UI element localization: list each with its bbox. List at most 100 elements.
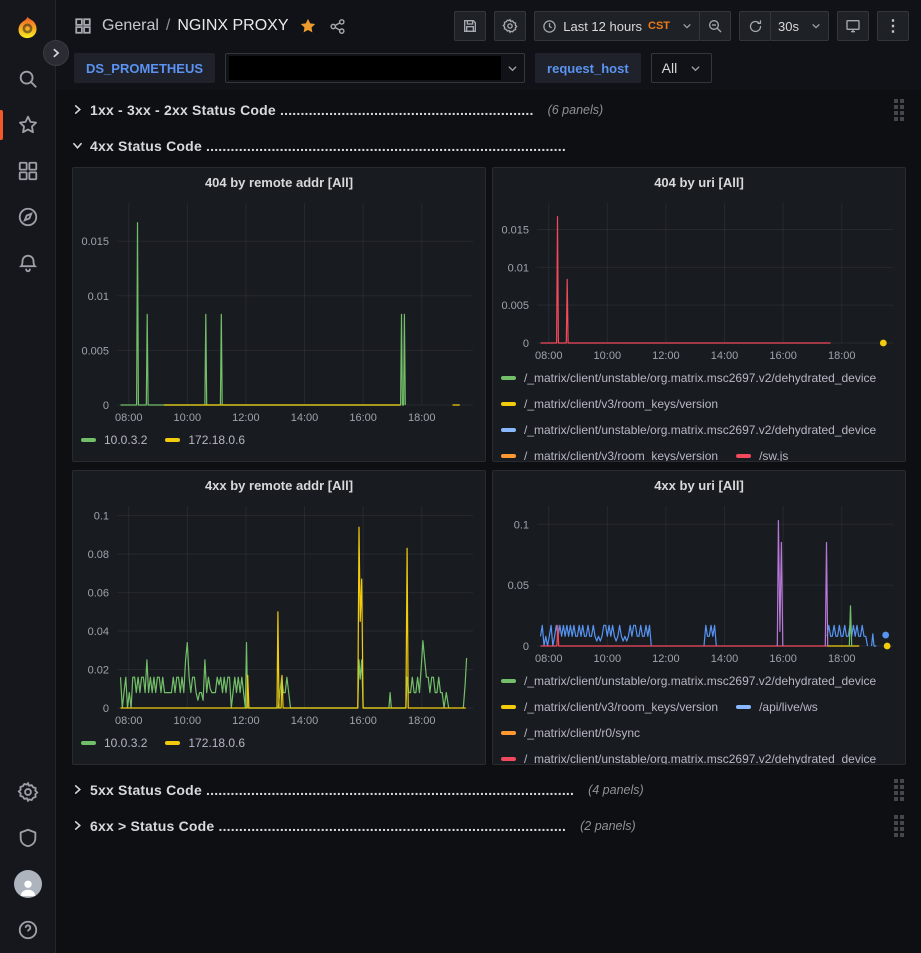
sidebar-item-starred[interactable] xyxy=(0,102,56,148)
svg-text:16:00: 16:00 xyxy=(349,412,377,424)
chevron-right-icon xyxy=(72,104,83,115)
datasource-select[interactable] xyxy=(225,53,525,83)
timeseries-chart[interactable]: 00.0050.010.01508:0010:0012:0014:0016:00… xyxy=(493,191,903,365)
refresh-button[interactable] xyxy=(739,11,771,41)
legend-label: 10.0.3.2 xyxy=(104,736,147,750)
save-icon xyxy=(462,18,478,34)
legend-item[interactable]: /sw.js xyxy=(736,449,788,461)
save-dashboard-button[interactable] xyxy=(454,11,486,41)
legend-item[interactable]: /_matrix/client/unstable/org.matrix.msc2… xyxy=(501,371,876,385)
svg-text:0.015: 0.015 xyxy=(81,236,109,248)
panel: 4xx by uri [All]00.050.108:0010:0012:001… xyxy=(492,470,906,765)
timeseries-chart[interactable]: 00.050.108:0010:0012:0014:0016:0018:00 xyxy=(493,494,903,668)
sidebar-item-user-profile[interactable] xyxy=(0,861,56,907)
legend-item[interactable]: /_matrix/client/unstable/org.matrix.msc2… xyxy=(501,752,876,764)
timeseries-chart[interactable]: 00.020.040.060.080.108:0010:0012:0014:00… xyxy=(73,494,483,730)
search-icon xyxy=(17,68,39,90)
sidebar xyxy=(0,0,56,953)
panel-legend: 10.0.3.2 172.18.0.6 xyxy=(73,730,485,764)
svg-text:12:00: 12:00 xyxy=(232,715,260,727)
row-panel-count: (6 panels) xyxy=(548,103,604,117)
breadcrumb-section[interactable]: General xyxy=(102,17,159,35)
time-range-label: Last 12 hours xyxy=(563,19,642,34)
legend-item[interactable]: 172.18.0.6 xyxy=(165,736,245,750)
legend-label: /_matrix/client/r0/sync xyxy=(524,726,640,740)
legend-item[interactable]: 10.0.3.2 xyxy=(81,433,147,447)
request-host-select[interactable]: All xyxy=(651,53,713,83)
sidebar-item-alerting[interactable] xyxy=(0,240,56,286)
svg-text:18:00: 18:00 xyxy=(828,350,856,362)
panel-legend: 10.0.3.2 172.18.0.6 xyxy=(73,427,485,461)
legend-swatch xyxy=(501,402,516,406)
row-drag-handle[interactable] xyxy=(894,99,904,121)
dashboards-icon xyxy=(17,160,39,182)
favorite-star-icon[interactable] xyxy=(299,17,317,35)
svg-text:08:00: 08:00 xyxy=(115,412,143,424)
legend-swatch xyxy=(501,428,516,432)
svg-text:10:00: 10:00 xyxy=(174,715,202,727)
share-icon[interactable] xyxy=(329,18,346,35)
svg-text:0.05: 0.05 xyxy=(508,580,529,592)
panel-legend: /_matrix/client/unstable/org.matrix.msc2… xyxy=(493,365,905,461)
sidebar-item-explore[interactable] xyxy=(0,194,56,240)
breadcrumb-dashboard-title[interactable]: NGINX PROXY xyxy=(177,17,288,35)
svg-text:0.06: 0.06 xyxy=(88,588,109,600)
svg-text:10:00: 10:00 xyxy=(174,412,202,424)
row-header-1xx-3xx-2xx[interactable]: 1xx - 3xx - 2xx Status Code ............… xyxy=(72,95,906,124)
sidebar-item-configuration[interactable] xyxy=(0,769,56,815)
legend-label: /api/live/ws xyxy=(759,700,818,714)
main-area: General / NGINX PROXY Last 12 hours CST xyxy=(56,0,921,953)
dashboard-settings-button[interactable] xyxy=(494,11,526,41)
legend-item[interactable]: /api/live/ws xyxy=(736,700,818,714)
chevron-down-icon xyxy=(811,21,821,31)
legend-item[interactable]: /_matrix/client/r0/sync xyxy=(501,726,640,740)
chevron-down-icon xyxy=(682,21,692,31)
svg-text:14:00: 14:00 xyxy=(291,715,319,727)
svg-text:18:00: 18:00 xyxy=(408,715,436,727)
row-title: 5xx Status Code ........................… xyxy=(90,782,574,798)
row-drag-handle[interactable] xyxy=(894,779,904,801)
time-range-picker[interactable]: Last 12 hours CST xyxy=(534,11,700,41)
panel-legend: /_matrix/client/unstable/org.matrix.msc2… xyxy=(493,668,905,764)
legend-item[interactable]: /_matrix/client/v3/room_keys/version xyxy=(501,700,718,714)
legend-item[interactable]: /_matrix/client/unstable/org.matrix.msc2… xyxy=(501,674,876,688)
row-header-4xx[interactable]: 4xx Status Code ........................… xyxy=(72,131,906,160)
kiosk-mode-button[interactable] xyxy=(837,11,869,41)
panel-title[interactable]: 4xx by uri [All] xyxy=(493,471,905,494)
panel-grid: 404 by remote addr [All] 00.0050.010.0150… xyxy=(72,167,906,765)
kebab-icon: ⋮ xyxy=(885,16,901,36)
gear-icon xyxy=(502,18,518,34)
more-options-button[interactable]: ⋮ xyxy=(877,11,909,41)
refresh-interval-picker[interactable]: 30s xyxy=(770,11,829,41)
legend-item[interactable]: /_matrix/client/unstable/org.matrix.msc2… xyxy=(501,423,876,437)
active-indicator xyxy=(0,110,3,140)
svg-text:0.015: 0.015 xyxy=(501,224,529,236)
bell-icon xyxy=(17,252,39,274)
breadcrumb-separator: / xyxy=(166,17,170,35)
row-header-6xx[interactable]: 6xx > Status Code ......................… xyxy=(72,811,906,840)
variable-label-request-host: request_host xyxy=(535,53,641,83)
avatar xyxy=(14,870,42,898)
svg-text:08:00: 08:00 xyxy=(115,715,143,727)
svg-text:0: 0 xyxy=(103,703,109,715)
legend-item[interactable]: /_matrix/client/v3/room_keys/version xyxy=(501,449,718,461)
sidebar-item-dashboards[interactable] xyxy=(0,148,56,194)
sidebar-expand-button[interactable] xyxy=(43,40,69,66)
panel: 4xx by remote addr [All]00.020.040.060.0… xyxy=(72,470,486,765)
legend-item[interactable]: 10.0.3.2 xyxy=(81,736,147,750)
panel-title[interactable]: 404 by remote addr [All] xyxy=(73,168,485,191)
sidebar-item-server-admin[interactable] xyxy=(0,815,56,861)
panel-title[interactable]: 4xx by remote addr [All] xyxy=(73,471,485,494)
legend-swatch xyxy=(81,438,96,442)
legend-item[interactable]: 172.18.0.6 xyxy=(165,433,245,447)
legend-item[interactable]: /_matrix/client/v3/room_keys/version xyxy=(501,397,718,411)
zoom-out-button[interactable] xyxy=(699,11,731,41)
timeseries-chart[interactable]: 00.0050.010.01508:0010:0012:0014:0016:00… xyxy=(73,191,483,427)
row-panel-count: (2 panels) xyxy=(580,819,636,833)
sidebar-item-help[interactable] xyxy=(0,907,56,953)
legend-swatch xyxy=(501,757,516,761)
row-header-5xx[interactable]: 5xx Status Code ........................… xyxy=(72,775,906,804)
panel-title[interactable]: 404 by uri [All] xyxy=(493,168,905,191)
shield-icon xyxy=(17,827,39,849)
row-drag-handle[interactable] xyxy=(894,815,904,837)
